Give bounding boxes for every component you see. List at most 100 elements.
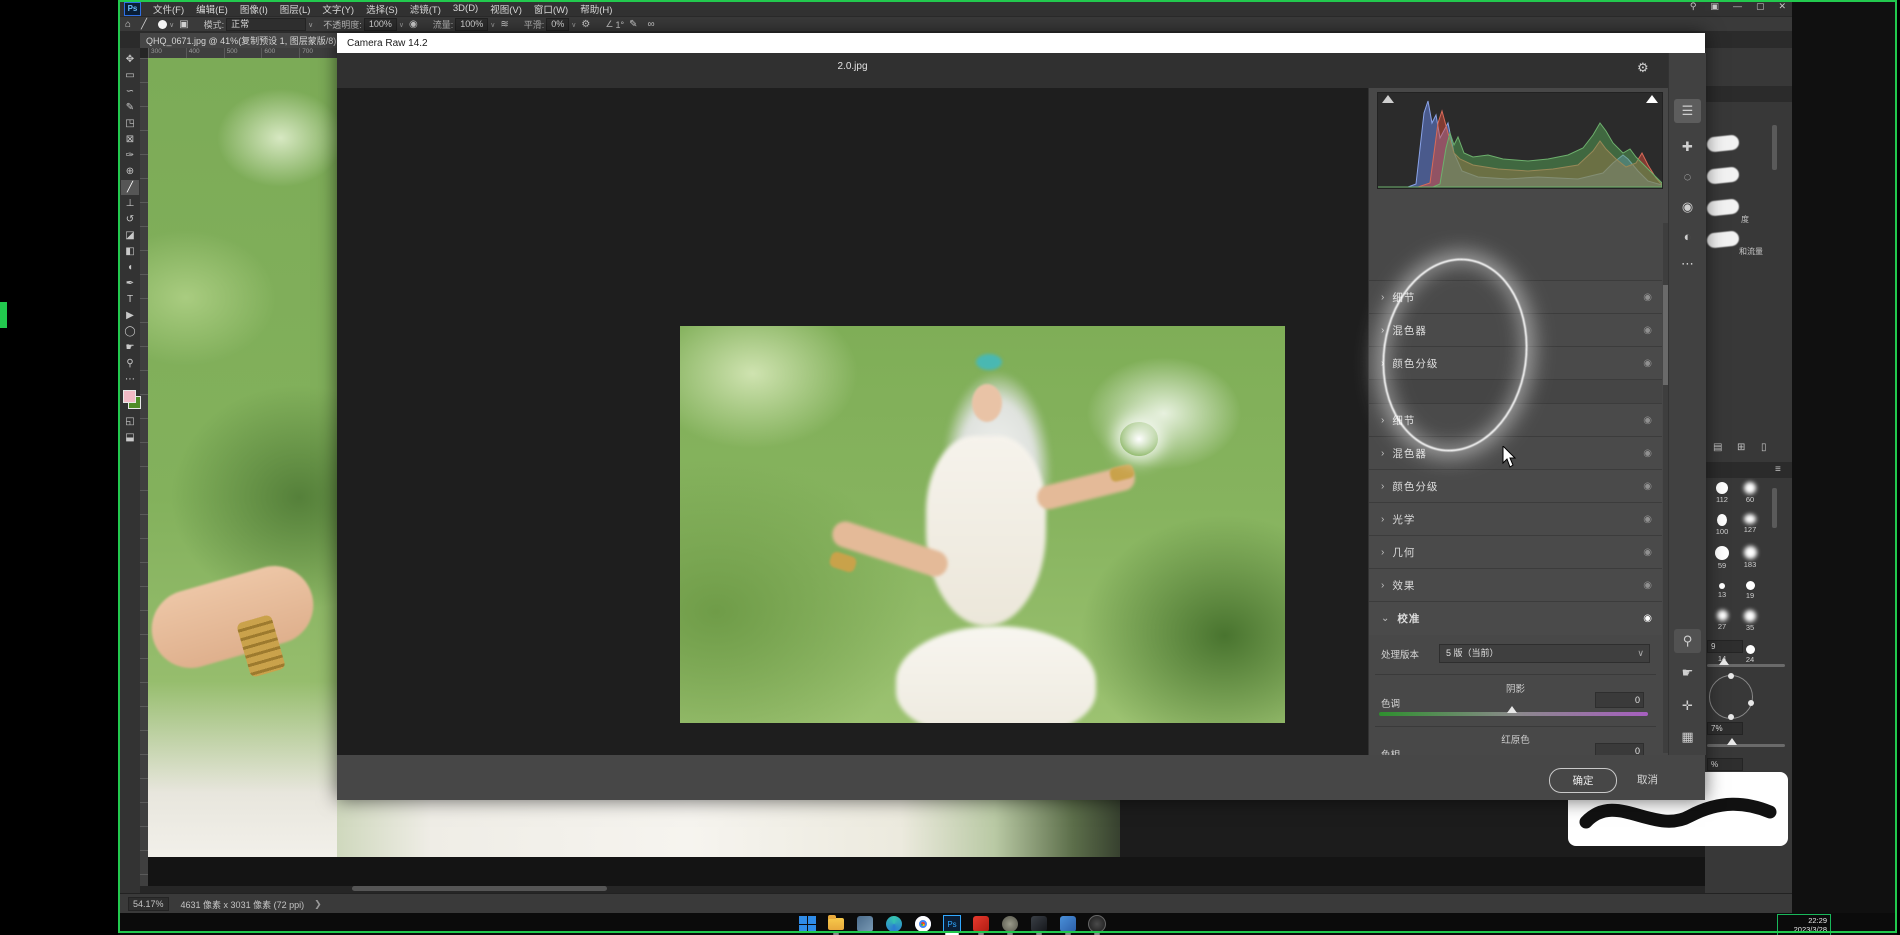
section-color-grading[interactable]: › 颜色分级 ◉ <box>1369 469 1662 503</box>
tint-slider-thumb[interactable] <box>1507 706 1517 713</box>
zoom-level-field[interactable]: 54.17% <box>128 897 169 911</box>
brush-roundness-field[interactable]: 7% <box>1707 722 1743 735</box>
eye-icon[interactable]: ◉ <box>1643 448 1652 459</box>
pen-pressure-icon[interactable]: ✎ <box>629 19 637 30</box>
brush-extra-field[interactable]: % <box>1707 758 1743 771</box>
menu-view[interactable]: 视图(V) <box>484 2 528 16</box>
menu-filter[interactable]: 滤镜(T) <box>404 2 447 16</box>
foreground-color-swatch[interactable] <box>123 390 136 403</box>
eye-icon[interactable]: ◉ <box>1643 580 1652 591</box>
folder-icon[interactable]: ▤ <box>1713 442 1722 453</box>
presets-icon[interactable]: ◐ <box>1669 229 1706 244</box>
chevron-down-icon[interactable]: ∨ <box>571 21 576 29</box>
menu-window[interactable]: 窗口(W) <box>528 2 574 16</box>
workspace-icon[interactable]: ▣ <box>1710 1 1719 12</box>
eye-icon[interactable]: ◉ <box>1643 613 1652 624</box>
brush-thumbnail[interactable]: 35 <box>1737 610 1763 632</box>
brush-size-field[interactable]: 9 <box>1707 640 1743 653</box>
start-button[interactable] <box>798 915 816 933</box>
flow-field[interactable]: 100% <box>455 18 488 31</box>
panel-toggle-icon[interactable]: ▣ <box>179 19 188 30</box>
eye-icon[interactable]: ◉ <box>1643 325 1652 336</box>
status-chevron-icon[interactable]: ❯ <box>314 899 322 910</box>
brush-thumbnail[interactable]: 112 <box>1709 482 1735 504</box>
brush-stroke-preview[interactable] <box>1706 230 1739 248</box>
maximize-button[interactable]: ▢ <box>1756 1 1765 12</box>
brush-thumbnail[interactable]: 127 <box>1737 514 1763 534</box>
shape-tool[interactable]: ◯ <box>121 324 139 339</box>
eye-icon[interactable]: ◉ <box>1643 292 1652 303</box>
photos-app-icon[interactable] <box>856 915 874 933</box>
ok-button[interactable]: 确定 <box>1549 768 1617 793</box>
dark-app-icon[interactable] <box>1030 915 1048 933</box>
process-version-select[interactable]: 5 版（当前） ∨ <box>1439 644 1650 663</box>
eye-icon[interactable]: ◉ <box>1643 415 1652 426</box>
search-icon[interactable]: ⚲ <box>1690 1 1697 12</box>
chevron-down-icon[interactable]: ∨ <box>308 21 313 29</box>
taskbar-clock[interactable]: 22:29 2023/3/28 <box>1777 914 1831 935</box>
symmetry-icon[interactable]: ∞ <box>647 19 654 30</box>
zoom-tool[interactable]: ⚲ <box>121 356 139 371</box>
marquee-tool[interactable]: ▭ <box>121 68 139 83</box>
healing-tool[interactable]: ⊕ <box>121 164 139 179</box>
eye-icon[interactable]: ◉ <box>1643 481 1652 492</box>
camera-raw-titlebar[interactable]: Camera Raw 14.2 <box>337 33 1705 53</box>
cancel-button[interactable]: 取消 <box>1637 772 1658 787</box>
quick-mask-icon[interactable]: ◱ <box>121 414 139 429</box>
smooth-field[interactable]: 0% <box>546 18 569 31</box>
eye-icon[interactable]: ◉ <box>1643 547 1652 558</box>
brush-stroke-preview[interactable] <box>1706 134 1739 152</box>
angle-value[interactable]: 1° <box>615 20 624 30</box>
minimize-button[interactable]: — <box>1733 1 1742 12</box>
eye-icon[interactable]: ◉ <box>1643 358 1652 369</box>
panel-scrollbar[interactable] <box>1772 125 1777 170</box>
circle-app-icon[interactable] <box>1088 915 1106 933</box>
menu-file[interactable]: 文件(F) <box>147 2 190 16</box>
tint-value-field[interactable]: 0 <box>1595 692 1644 708</box>
slider-thumb[interactable] <box>1727 738 1737 745</box>
edit-sliders-icon[interactable]: ☰ <box>1669 103 1706 119</box>
histogram[interactable] <box>1377 92 1663 189</box>
panel-menu-icon[interactable]: ≡ <box>1775 464 1781 475</box>
photoshop-taskbar-icon[interactable]: Ps <box>943 915 961 933</box>
brush-tool[interactable]: ╱ <box>121 180 139 195</box>
hand-tool[interactable]: ☛ <box>121 340 139 355</box>
slider-thumb[interactable] <box>1719 658 1729 665</box>
gray-app-icon[interactable] <box>1001 915 1019 933</box>
preview-image[interactable] <box>680 326 1285 723</box>
more-options-icon[interactable]: ⋯ <box>1669 256 1706 272</box>
crop-tool[interactable]: ◳ <box>121 116 139 131</box>
menu-layer[interactable]: 图层(L) <box>274 2 317 16</box>
screen-recording-handle[interactable] <box>0 302 7 328</box>
section-optics[interactable]: › 光学 ◉ <box>1369 502 1662 536</box>
section-effects[interactable]: › 效果 ◉ <box>1369 568 1662 602</box>
healing-icon[interactable]: ✚ <box>1669 139 1706 155</box>
shadow-clipping-icon[interactable] <box>1382 95 1394 103</box>
chevron-down-icon[interactable]: ∨ <box>490 21 495 29</box>
new-item-icon[interactable]: ⊞ <box>1737 442 1745 453</box>
opacity-field[interactable]: 100% <box>364 18 397 31</box>
brushes-scrollbar[interactable] <box>1772 488 1777 528</box>
gear-icon[interactable]: ⚙ <box>1637 60 1649 76</box>
hand-tool-icon[interactable]: ☛ <box>1669 665 1706 681</box>
screen-mode-icon[interactable]: ⬓ <box>121 430 139 445</box>
menu-3d[interactable]: 3D(D) <box>447 3 484 14</box>
trash-icon[interactable]: ▯ <box>1761 442 1767 453</box>
brush-thumbnail[interactable]: 19 <box>1737 578 1763 600</box>
highlight-clipping-icon[interactable] <box>1646 95 1658 103</box>
masking-icon[interactable]: ◌ <box>1669 169 1706 184</box>
history-brush-tool[interactable]: ↺ <box>121 212 139 227</box>
menu-edit[interactable]: 编辑(E) <box>190 2 234 16</box>
brush-thumbnail[interactable]: 59 <box>1709 546 1735 570</box>
eye-icon[interactable]: ◉ <box>1643 514 1652 525</box>
chevron-down-icon[interactable]: ∨ <box>169 21 174 29</box>
brush-stroke-preview[interactable] <box>1706 166 1739 184</box>
brush-option-slider[interactable] <box>1707 744 1785 747</box>
mode-select[interactable]: 正常 <box>226 18 306 31</box>
brush-thumbnail[interactable]: 13 <box>1709 578 1735 599</box>
brush-thumbnail[interactable]: 60 <box>1737 482 1763 504</box>
red-app-icon[interactable] <box>972 915 990 933</box>
eraser-tool[interactable]: ◪ <box>121 228 139 243</box>
close-button[interactable]: ✕ <box>1778 1 1786 12</box>
section-geometry[interactable]: › 几何 ◉ <box>1369 535 1662 569</box>
